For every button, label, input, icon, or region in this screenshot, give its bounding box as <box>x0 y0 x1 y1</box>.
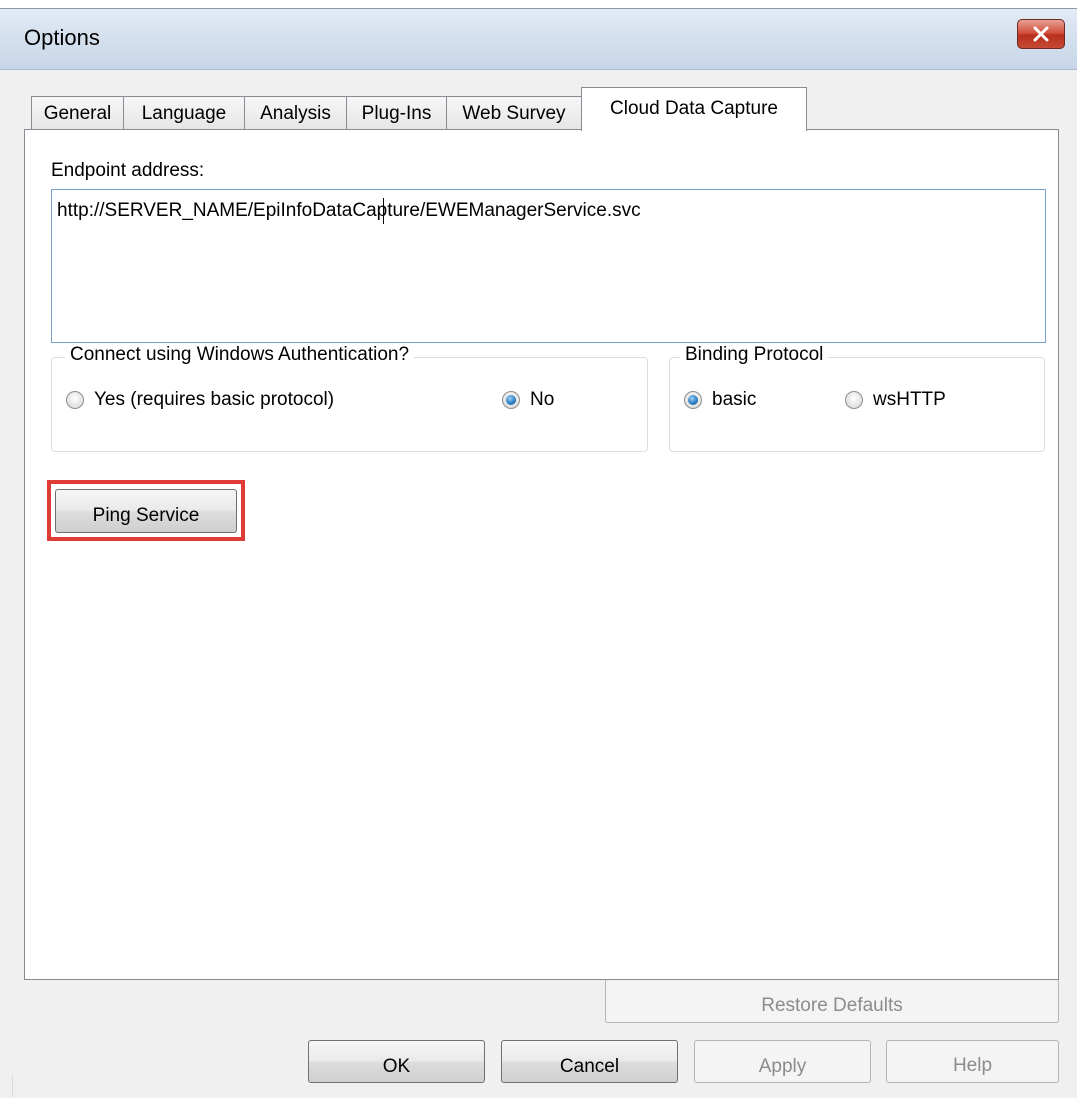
endpoint-label: Endpoint address: <box>51 160 205 181</box>
binding-protocol-caption: Binding Protocol <box>680 344 829 366</box>
windows-auth-group: Connect using Windows Authentication? Ye… <box>51 344 648 452</box>
windows-auth-caption: Connect using Windows Authentication? <box>65 344 415 366</box>
tab-general[interactable]: General <box>31 96 124 129</box>
restore-defaults-button[interactable]: Restore Defaults <box>605 979 1059 1023</box>
window-edge <box>0 1075 13 1097</box>
endpoint-address-input[interactable]: http://SERVER_NAME/EpiInfoDataCapture/EW… <box>51 189 1046 343</box>
binding-wshttp-label: wsHTTP <box>873 389 946 410</box>
auth-yes-radio[interactable] <box>66 391 84 409</box>
auth-yes-option[interactable]: Yes (requires basic protocol) <box>66 389 386 415</box>
title-bar: Options <box>0 9 1077 70</box>
ok-button[interactable]: OK <box>308 1040 485 1083</box>
auth-no-label: No <box>530 389 555 410</box>
close-button[interactable] <box>1017 19 1065 49</box>
tab-analysis[interactable]: Analysis <box>244 96 347 129</box>
cancel-button[interactable]: Cancel <box>501 1040 678 1083</box>
help-button[interactable]: Help <box>886 1040 1059 1083</box>
apply-button[interactable]: Apply <box>694 1040 871 1083</box>
endpoint-address-value: http://SERVER_NAME/EpiInfoDataCapture/EW… <box>57 200 641 221</box>
binding-basic-label: basic <box>712 389 757 410</box>
cloud-data-capture-panel: Endpoint address: http://SERVER_NAME/Epi… <box>24 129 1059 980</box>
binding-basic-radio[interactable] <box>684 391 702 409</box>
tab-strip: General Language Analysis Plug-Ins Web S… <box>0 79 1077 131</box>
text-caret <box>383 198 384 224</box>
close-icon <box>1033 26 1049 42</box>
auth-no-radio[interactable] <box>502 391 520 409</box>
tab-plug-ins[interactable]: Plug-Ins <box>346 96 447 129</box>
auth-no-option[interactable]: No <box>502 389 582 415</box>
options-dialog: Options General Language Analysis Plug-I… <box>0 8 1077 1098</box>
binding-wshttp-option[interactable]: wsHTTP <box>845 389 975 415</box>
binding-wshttp-radio[interactable] <box>845 391 863 409</box>
ping-service-button[interactable]: Ping Service <box>55 489 237 533</box>
tab-language[interactable]: Language <box>123 96 245 129</box>
binding-basic-option[interactable]: basic <box>684 389 784 415</box>
auth-yes-label: Yes (requires basic protocol) <box>94 389 335 410</box>
window-title: Options <box>24 25 100 50</box>
tab-cloud-data-capture[interactable]: Cloud Data Capture <box>581 87 807 131</box>
binding-protocol-group: Binding Protocol basic wsHTTP <box>669 344 1045 452</box>
tab-web-survey[interactable]: Web Survey <box>446 96 582 129</box>
